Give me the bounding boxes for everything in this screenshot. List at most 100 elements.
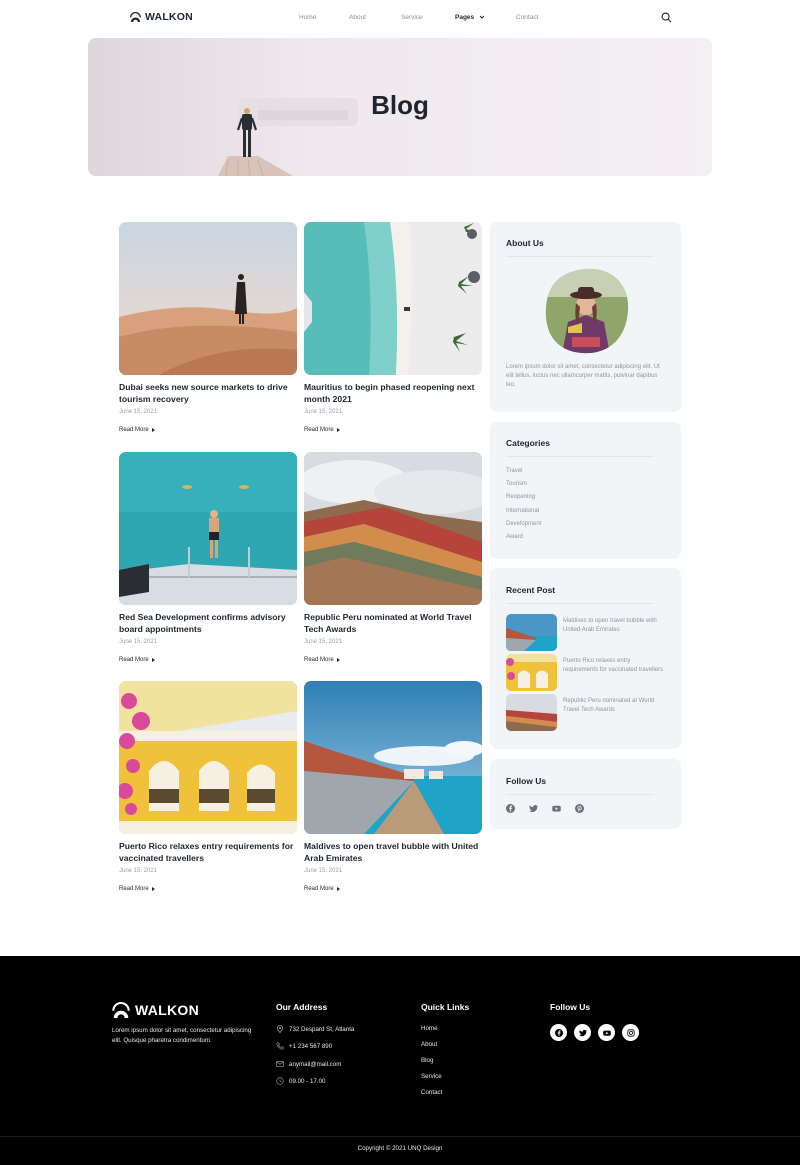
read-more-link[interactable]: Read More: [119, 886, 297, 892]
post-image[interactable]: [304, 222, 482, 375]
recent-posts-widget: Recent Post Maldives to open travel bubb…: [490, 568, 681, 749]
hero-banner: Blog: [88, 38, 712, 176]
footer-twitter-button[interactable]: [574, 1024, 591, 1041]
email-item[interactable]: anymail@mail.com: [276, 1060, 341, 1068]
footer-facebook-button[interactable]: [550, 1024, 567, 1041]
post-image[interactable]: [304, 452, 482, 605]
recent-post-title: Republic Peru nominated at World Travel …: [563, 698, 655, 713]
nav-service[interactable]: Service: [401, 14, 423, 21]
read-more-link[interactable]: Read More: [304, 657, 482, 663]
post-image[interactable]: [304, 681, 482, 834]
logo-mark-icon: [112, 1002, 130, 1018]
category-tourism[interactable]: Tourism: [506, 481, 527, 487]
about-title: About Us: [506, 238, 544, 248]
arrow-right-icon: [151, 887, 155, 891]
footer-link-about[interactable]: About: [421, 1041, 437, 1048]
address-text: 732 Despard St, Atlanta: [289, 1025, 355, 1033]
footer-social-icons: [550, 1024, 639, 1041]
read-more-label: Read More: [119, 886, 149, 892]
post-date: June 15, 2021: [119, 868, 158, 874]
facebook-icon: [554, 1028, 563, 1037]
instagram-icon: [626, 1028, 635, 1037]
read-more-link[interactable]: Read More: [119, 657, 297, 663]
footer-logo-text: WALKON: [135, 1002, 200, 1018]
pinterest-icon[interactable]: [575, 804, 584, 813]
categories-title: Categories: [506, 438, 550, 448]
read-more-link[interactable]: Read More: [304, 886, 482, 892]
post-title[interactable]: Red Sea Development confirms advisory bo…: [119, 612, 297, 635]
recent-post-item[interactable]: Maldives to open travel bubble with Unit…: [506, 614, 666, 651]
hours-item: 09.00 - 17.00: [276, 1077, 325, 1085]
phone-text: +1 234 567 890: [289, 1042, 333, 1050]
top-navbar: WALKON Home About Service Pages Contact: [0, 0, 800, 38]
post-card: Red Sea Development confirms advisory bo…: [119, 452, 297, 663]
nav-links: Home About Service Pages Contact: [0, 14, 800, 26]
recent-post-thumb: [506, 694, 557, 731]
nav-about[interactable]: About: [349, 14, 366, 21]
post-title[interactable]: Dubai seeks new source markets to drive …: [119, 382, 297, 405]
recent-post-item[interactable]: Republic Peru nominated at World Travel …: [506, 694, 666, 731]
post-date: June 15, 2021: [304, 868, 343, 874]
nav-contact[interactable]: Contact: [516, 14, 538, 21]
category-reopening[interactable]: Reopening: [506, 494, 535, 500]
read-more-label: Read More: [119, 427, 149, 433]
recent-title: Recent Post: [506, 585, 556, 595]
footer-link-home[interactable]: Home: [421, 1025, 438, 1032]
recent-post-title: Puerto Rico relaxes entry requirements f…: [563, 658, 664, 673]
post-date: June 15, 2021: [119, 409, 158, 415]
post-image[interactable]: [119, 452, 297, 605]
nav-pages-label: Pages: [455, 14, 475, 21]
nav-pages[interactable]: Pages: [455, 14, 485, 21]
post-card: Maldives to open travel bubble with Unit…: [304, 681, 482, 892]
read-more-label: Read More: [304, 657, 334, 663]
post-title[interactable]: Republic Peru nominated at World Travel …: [304, 612, 482, 635]
category-international[interactable]: International: [506, 508, 539, 514]
footer-description: Lorem ipsum dolor sit amet, consectetur …: [112, 1027, 252, 1044]
youtube-icon: [602, 1030, 611, 1036]
divider: [506, 256, 654, 257]
about-widget: About Us Lorem ipsum dolor sit amet, con…: [490, 222, 681, 412]
footer-link-contact[interactable]: Contact: [421, 1089, 442, 1096]
post-date: June 15, 2021: [304, 409, 343, 415]
post-title[interactable]: Mauritius to begin phased reopening next…: [304, 382, 482, 405]
chevron-down-icon: [479, 15, 485, 19]
post-title[interactable]: Puerto Rico relaxes entry requirements f…: [119, 841, 297, 864]
copyright: Copyright © 2021 UNQ Design: [357, 1145, 443, 1152]
twitter-icon[interactable]: [529, 804, 538, 813]
hours-text: 09.00 - 17.00: [289, 1077, 326, 1085]
recent-post-thumb: [506, 654, 557, 691]
facebook-icon[interactable]: [506, 804, 515, 813]
post-card: Dubai seeks new source markets to drive …: [119, 222, 297, 433]
category-travel[interactable]: Travel: [506, 468, 522, 474]
post-card: Puerto Rico relaxes entry requirements f…: [119, 681, 297, 892]
search-icon[interactable]: [661, 12, 672, 23]
post-image[interactable]: [119, 681, 297, 834]
clock-icon: [276, 1077, 284, 1085]
mail-icon: [276, 1061, 284, 1067]
footer-instagram-button[interactable]: [622, 1024, 639, 1041]
phone-item[interactable]: +1 234 567 890: [276, 1042, 332, 1050]
email-text: anymail@mail.com: [289, 1060, 342, 1068]
footer-logo[interactable]: WALKON: [112, 1002, 199, 1018]
read-more-link[interactable]: Read More: [304, 427, 482, 433]
location-icon: [277, 1025, 283, 1033]
footer-youtube-button[interactable]: [598, 1024, 615, 1041]
footer-link-blog[interactable]: Blog: [421, 1057, 433, 1064]
divider: [506, 794, 654, 795]
address-title: Our Address: [276, 1002, 328, 1012]
page-title: Blog: [371, 90, 429, 120]
follow-title: Follow Us: [506, 776, 547, 786]
category-award[interactable]: Award: [506, 534, 523, 540]
arrow-right-icon: [336, 887, 340, 891]
footer-link-service[interactable]: Service: [421, 1073, 442, 1080]
post-image[interactable]: [119, 222, 297, 375]
recent-post-item[interactable]: Puerto Rico relaxes entry requirements f…: [506, 654, 666, 691]
read-more-link[interactable]: Read More: [119, 427, 297, 433]
arrow-right-icon: [151, 658, 155, 662]
post-title[interactable]: Maldives to open travel bubble with Unit…: [304, 841, 482, 864]
about-text: Lorem ipsum dolor sit amet, consectetur …: [506, 364, 660, 388]
youtube-icon[interactable]: [552, 804, 561, 813]
nav-home[interactable]: Home: [299, 14, 316, 21]
post-card: Republic Peru nominated at World Travel …: [304, 452, 482, 663]
category-development[interactable]: Development: [506, 521, 541, 527]
